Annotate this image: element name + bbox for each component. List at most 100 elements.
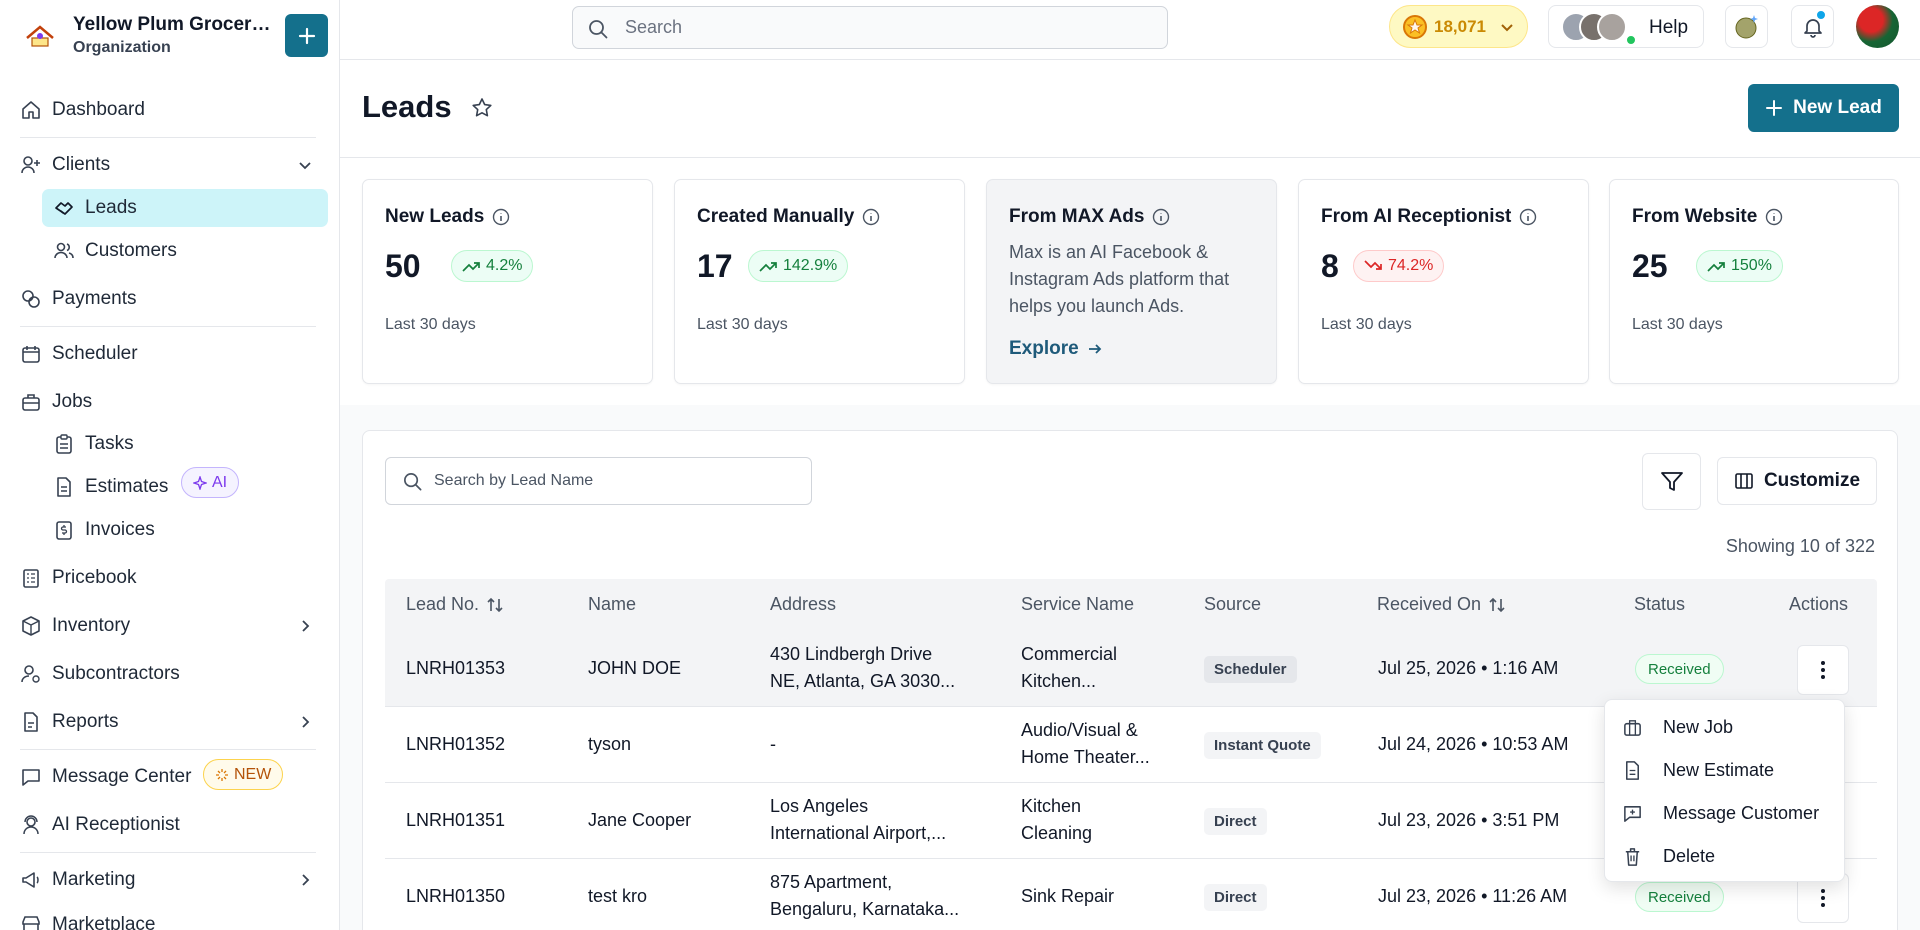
card-period: Last 30 days xyxy=(1632,316,1723,333)
quick-add-button[interactable] xyxy=(285,14,328,57)
search-input[interactable] xyxy=(625,7,1145,48)
menu-item-message-customer[interactable]: Message Customer xyxy=(1605,792,1846,834)
coins-balance-button[interactable]: 18,071 xyxy=(1389,5,1528,48)
card-title: From AI Receptionist xyxy=(1321,206,1537,228)
sidebar-item-label: Pricebook xyxy=(52,567,137,588)
sidebar-item-label: Clients xyxy=(52,154,111,175)
trend-badge: 4.2% xyxy=(451,250,534,282)
source-badge: Instant Quote xyxy=(1204,732,1321,759)
plus-icon xyxy=(1766,100,1783,116)
lead-search[interactable] xyxy=(385,457,812,505)
help-button[interactable]: Help xyxy=(1548,5,1704,48)
menu-item-new-estimate[interactable]: New Estimate xyxy=(1605,749,1846,791)
column-lead-no[interactable]: Lead No. xyxy=(406,594,505,615)
search-icon xyxy=(587,18,609,40)
stat-card-ai-receptionist[interactable]: From AI Receptionist 8 74.2% Last 30 day… xyxy=(1298,179,1589,384)
sidebar-item-clients[interactable]: Clients xyxy=(0,146,340,184)
lead-search-input[interactable] xyxy=(434,458,794,504)
info-icon[interactable] xyxy=(492,208,510,226)
card-value: 25 xyxy=(1632,248,1668,284)
info-icon[interactable] xyxy=(1519,208,1537,226)
menu-item-delete[interactable]: Delete xyxy=(1605,835,1846,877)
sidebar-item-label: Scheduler xyxy=(52,343,138,364)
org-switcher[interactable]: Yellow Plum Grocers... Organization xyxy=(0,0,340,72)
card-period: Last 30 days xyxy=(697,316,788,333)
sidebar-item-scheduler[interactable]: Scheduler xyxy=(0,335,340,373)
profile-avatar[interactable] xyxy=(1856,5,1899,48)
row-actions-button[interactable] xyxy=(1797,645,1849,695)
explore-link[interactable]: Explore xyxy=(1009,338,1103,360)
lead-address-line2: Bengaluru, Karnataka... xyxy=(770,899,960,919)
sidebar-item-estimates[interactable]: Estimates AI xyxy=(0,467,340,506)
new-lead-button[interactable]: New Lead xyxy=(1748,84,1899,132)
handshake-icon xyxy=(53,197,75,219)
sidebar-item-payments[interactable]: Payments xyxy=(0,280,340,318)
card-title: From Website xyxy=(1632,206,1783,228)
chevron-right-icon xyxy=(296,713,314,731)
column-received-on[interactable]: Received On xyxy=(1377,594,1507,615)
sidebar-item-marketplace[interactable]: Marketplace xyxy=(0,906,340,930)
sidebar-item-label: Payments xyxy=(52,288,137,309)
ai-badge: AI xyxy=(181,467,240,498)
row-actions-menu: New Job New Estimate Message Customer De… xyxy=(1604,699,1845,882)
trend-up-icon xyxy=(1707,262,1725,272)
sidebar-item-tasks[interactable]: Tasks xyxy=(0,425,340,463)
column-source: Source xyxy=(1204,594,1262,614)
sidebar-item-label: Customers xyxy=(85,240,177,261)
receptionist-icon xyxy=(20,814,42,836)
sidebar-item-marketing[interactable]: Marketing xyxy=(0,861,340,899)
sidebar-item-reports[interactable]: Reports xyxy=(0,703,340,741)
received-on: Jul 24, 2026 • 10:53 AM xyxy=(1378,734,1569,754)
lead-name: tyson xyxy=(588,734,632,754)
book-icon xyxy=(20,567,42,589)
menu-item-new-job[interactable]: New Job xyxy=(1605,706,1846,748)
trash-icon xyxy=(1622,846,1643,867)
trend-badge: 142.9% xyxy=(748,250,849,282)
sidebar-item-invoices[interactable]: Invoices xyxy=(0,511,340,549)
info-icon[interactable] xyxy=(1152,208,1170,226)
coins-value: 18,071 xyxy=(1434,16,1486,36)
sidebar-item-jobs[interactable]: Jobs xyxy=(0,383,340,421)
notifications-button[interactable] xyxy=(1791,5,1834,48)
status-badge: Received xyxy=(1635,882,1724,912)
coin-icon xyxy=(1403,14,1427,39)
info-icon[interactable] xyxy=(1765,208,1783,226)
calendar-icon xyxy=(20,343,42,365)
report-icon xyxy=(20,711,42,733)
lead-name: JOHN DOE xyxy=(588,658,682,678)
sidebar-item-inventory[interactable]: Inventory xyxy=(0,607,340,645)
sidebar-item-customers[interactable]: Customers xyxy=(0,232,340,270)
sidebar-item-message-center[interactable]: Message Center NEW xyxy=(0,758,340,796)
sidebar-item-dashboard[interactable]: Dashboard xyxy=(0,91,340,129)
ai-assistant-button[interactable] xyxy=(1725,5,1768,48)
stat-card-created-manually[interactable]: Created Manually 17 142.9% Last 30 days xyxy=(674,179,965,384)
customize-button[interactable]: Customize xyxy=(1717,457,1877,505)
stat-card-website[interactable]: From Website 25 150% Last 30 days xyxy=(1609,179,1899,384)
card-period: Last 30 days xyxy=(385,316,476,333)
sidebar-item-subcontractors[interactable]: Subcontractors xyxy=(0,655,340,693)
page-title: Leads xyxy=(362,89,452,124)
message-icon xyxy=(20,766,42,788)
chevron-down-icon xyxy=(1501,23,1513,31)
table-row[interactable]: LNRH01353 JOHN DOE 430 Lindbergh Drive N… xyxy=(385,631,1877,707)
filter-button[interactable] xyxy=(1642,453,1701,510)
sidebar-item-label: Tasks xyxy=(85,433,134,454)
document-icon xyxy=(1622,760,1643,781)
lead-address-line1: - xyxy=(770,734,776,754)
store-icon xyxy=(20,914,42,930)
info-icon[interactable] xyxy=(862,208,880,226)
org-subtitle: Organization xyxy=(73,39,171,56)
card-title: Created Manually xyxy=(697,206,880,228)
sidebar-item-pricebook[interactable]: Pricebook xyxy=(0,559,340,597)
global-search[interactable] xyxy=(572,6,1168,49)
column-status: Status xyxy=(1634,594,1686,614)
avatar xyxy=(1597,12,1627,42)
star-icon[interactable] xyxy=(470,96,494,120)
users-icon xyxy=(53,240,75,262)
lead-address-line2: International Airport,... xyxy=(770,823,947,843)
source-badge: Scheduler xyxy=(1204,656,1297,683)
stat-card-new-leads[interactable]: New Leads 50 4.2% Last 30 days xyxy=(362,179,653,384)
sidebar-item-ai-receptionist[interactable]: AI Receptionist xyxy=(0,806,340,844)
stat-card-max-ads[interactable]: From MAX Ads Max is an AI Facebook & Ins… xyxy=(986,179,1277,384)
sidebar-item-leads[interactable]: Leads xyxy=(42,189,328,227)
